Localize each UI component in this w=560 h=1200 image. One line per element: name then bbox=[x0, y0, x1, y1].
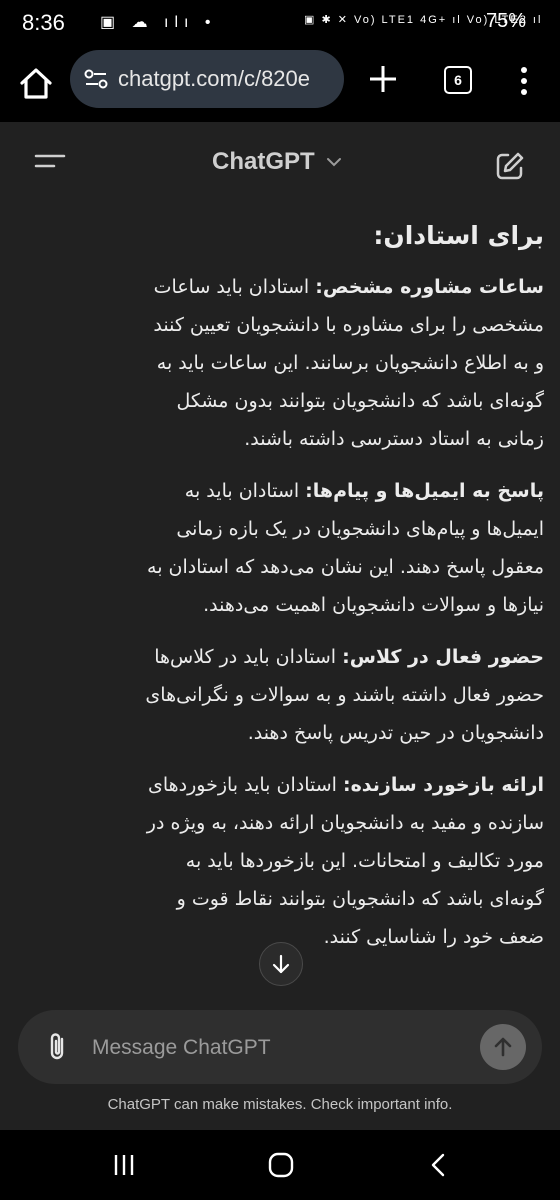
item-term: حضور فعال در کلاس: bbox=[342, 646, 544, 668]
assistant-message: برای استادان: ساعات مشاوره مشخص: استادان… bbox=[140, 208, 544, 986]
url-bar[interactable]: chatgpt.com/c/820e bbox=[70, 50, 344, 108]
url-text[interactable]: chatgpt.com/c/820e bbox=[118, 66, 310, 92]
message-input[interactable] bbox=[90, 1024, 474, 1072]
item-term: ارائه بازخورد سازنده: bbox=[342, 774, 544, 796]
arrow-up-icon bbox=[494, 1037, 512, 1057]
message-composer bbox=[18, 1010, 542, 1084]
chevron-down-icon bbox=[326, 158, 341, 167]
disclaimer-text: ChatGPT can make mistakes. Check importa… bbox=[107, 1096, 453, 1113]
send-button[interactable] bbox=[480, 1024, 526, 1070]
page-title: ChatGPT bbox=[212, 148, 315, 175]
arrow-down-icon bbox=[272, 954, 290, 974]
recents-icon[interactable] bbox=[112, 1152, 136, 1178]
notification-icons: ▣ ☁ ılı • bbox=[100, 14, 217, 31]
list-item: ارائه بازخورد سازنده: استادان باید بازخو… bbox=[140, 766, 544, 956]
item-text: استادان باید ساعات مشخصی را برای مشاوره … bbox=[153, 276, 544, 450]
edit-icon[interactable] bbox=[494, 150, 526, 182]
more-vert-icon[interactable] bbox=[512, 64, 536, 98]
item-term: ساعات مشاوره مشخص: bbox=[315, 276, 544, 298]
paperclip-icon[interactable] bbox=[42, 1030, 74, 1064]
system-nav-bar bbox=[0, 1130, 560, 1200]
home-icon[interactable] bbox=[16, 64, 56, 104]
tab-switcher-button[interactable]: 6 bbox=[444, 66, 472, 94]
browser-toolbar: chatgpt.com/c/820e 6 bbox=[0, 48, 560, 122]
item-text: استادان باید بازخوردهای سازنده و مفید به… bbox=[146, 774, 544, 948]
home-nav-icon[interactable] bbox=[268, 1152, 294, 1178]
model-selector[interactable]: ChatGPT bbox=[212, 148, 343, 176]
battery-level: 75% bbox=[486, 10, 527, 32]
chat-header: ChatGPT bbox=[0, 122, 560, 208]
plus-icon[interactable] bbox=[366, 62, 400, 96]
list-item: حضور فعال در کلاس: استادان باید در کلاس‌… bbox=[140, 638, 544, 752]
hamburger-icon[interactable] bbox=[34, 152, 66, 176]
item-term: پاسخ به ایمیل‌ها و پیام‌ها: bbox=[305, 480, 544, 502]
scroll-down-button[interactable] bbox=[259, 942, 303, 986]
status-time: 8:36 bbox=[22, 10, 65, 35]
list-item: پاسخ به ایمیل‌ها و پیام‌ها: استادان باید… bbox=[140, 472, 544, 624]
list-item: ساعات مشاوره مشخص: استادان باید ساعات مش… bbox=[140, 268, 544, 458]
site-settings-icon[interactable] bbox=[82, 65, 110, 93]
section-heading: برای استادان: bbox=[373, 221, 544, 250]
status-bar: 8:36 ▣ ☁ ılı • ▣ ✱ ✕ Vo) LTE1 4G+ ıl Vo)… bbox=[0, 0, 560, 48]
back-icon[interactable] bbox=[428, 1152, 448, 1178]
